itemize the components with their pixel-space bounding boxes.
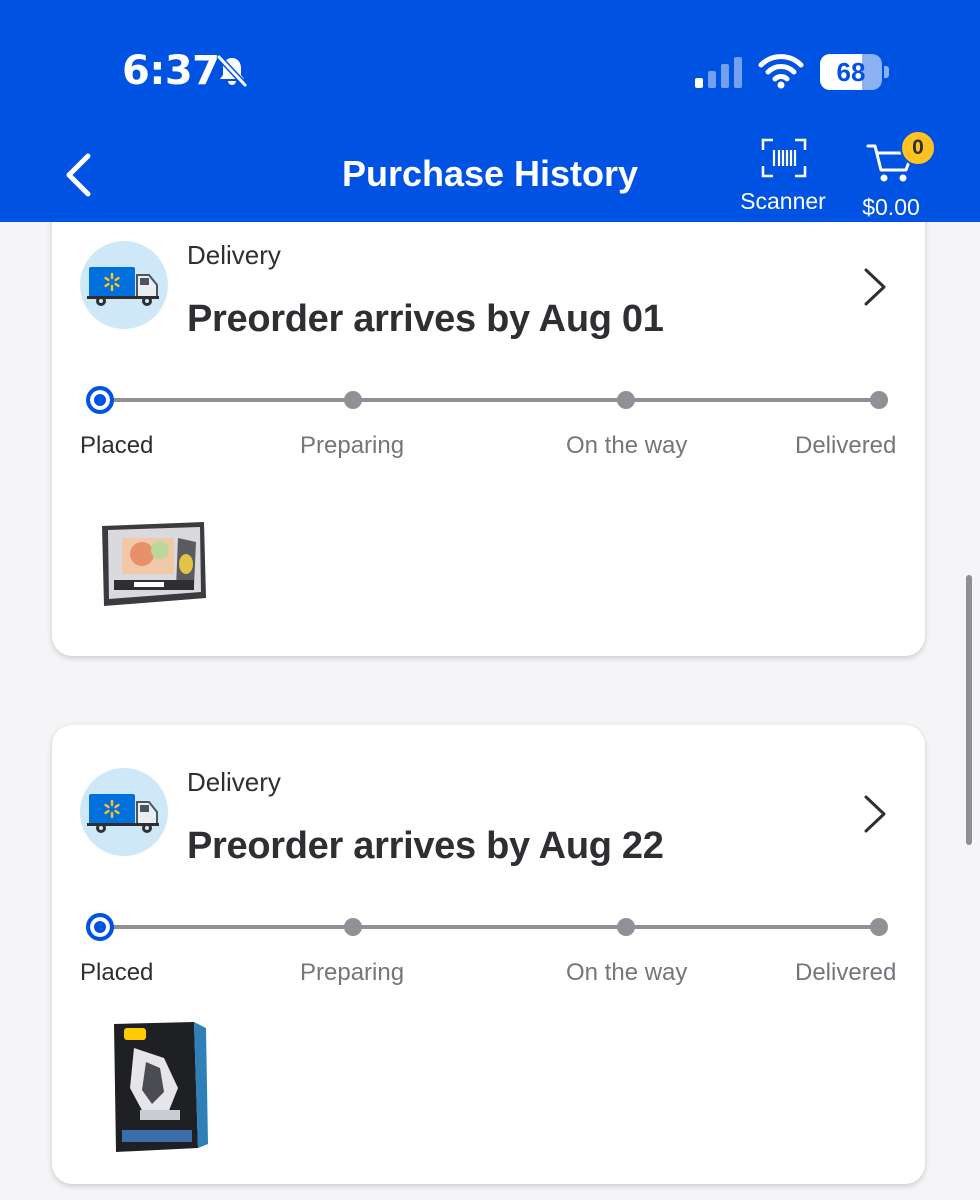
progress-track-line xyxy=(100,925,880,929)
order-arrival-headline: Preorder arrives by Aug 01 xyxy=(187,298,664,340)
product-thumbnail[interactable] xyxy=(94,508,214,618)
order-type-label: Delivery xyxy=(187,767,281,797)
step-delivered-dot xyxy=(870,391,888,409)
step-label-preparing: Preparing xyxy=(300,432,405,459)
step-preparing-dot xyxy=(344,918,362,936)
barcode-scanner-icon xyxy=(761,138,807,178)
order-card[interactable]: Delivery Preorder arrives by Aug 22 Plac… xyxy=(52,725,925,1184)
step-label-delivered: Delivered xyxy=(795,432,897,459)
scanner-label: Scanner xyxy=(740,188,826,214)
page-title: Purchase History xyxy=(341,153,639,194)
delivery-truck-icon xyxy=(80,241,168,329)
step-label-placed: Placed xyxy=(80,959,154,986)
bell-slash-icon xyxy=(216,54,248,88)
cart-button[interactable]: 0 $0.00 xyxy=(852,130,936,222)
step-label-preparing: Preparing xyxy=(300,959,405,986)
cart-count-badge: 0 xyxy=(900,130,936,166)
chevron-right-icon[interactable] xyxy=(858,264,890,310)
order-progress-tracker: Placed Preparing On the way Delivered xyxy=(52,380,925,470)
step-placed-dot xyxy=(86,386,114,414)
cellular-signal-icon xyxy=(695,57,742,88)
delivery-truck-icon xyxy=(80,768,168,856)
order-type-label: Delivery xyxy=(187,240,281,270)
scanner-button[interactable]: Scanner xyxy=(734,136,832,220)
cart-total: $0.00 xyxy=(862,194,920,220)
step-label-delivered: Delivered xyxy=(795,959,897,986)
step-label-placed: Placed xyxy=(80,432,154,459)
battery-icon: 68 xyxy=(820,54,882,90)
step-placed-dot xyxy=(86,913,114,941)
order-card[interactable]: Delivery Preorder arrives by Aug 01 Plac… xyxy=(52,190,925,656)
status-time: 6:37 xyxy=(122,48,220,94)
order-arrival-headline: Preorder arrives by Aug 22 xyxy=(187,825,664,867)
chevron-right-icon[interactable] xyxy=(858,791,890,837)
scrollbar[interactable] xyxy=(966,575,972,845)
step-delivered-dot xyxy=(870,918,888,936)
progress-track-line xyxy=(100,398,880,402)
step-on-the-way-dot xyxy=(617,391,635,409)
step-on-the-way-dot xyxy=(617,918,635,936)
product-thumbnail[interactable] xyxy=(94,1018,214,1158)
order-progress-tracker: Placed Preparing On the way Delivered xyxy=(52,907,925,997)
step-label-on-the-way: On the way xyxy=(566,432,688,459)
battery-nub xyxy=(884,66,889,78)
battery-percentage: 68 xyxy=(836,57,866,87)
step-preparing-dot xyxy=(344,391,362,409)
step-label-on-the-way: On the way xyxy=(566,959,688,986)
app-header: 6:37 68 Purchase History Scanner 0 $0.00 xyxy=(0,0,980,222)
wifi-icon xyxy=(758,54,804,89)
